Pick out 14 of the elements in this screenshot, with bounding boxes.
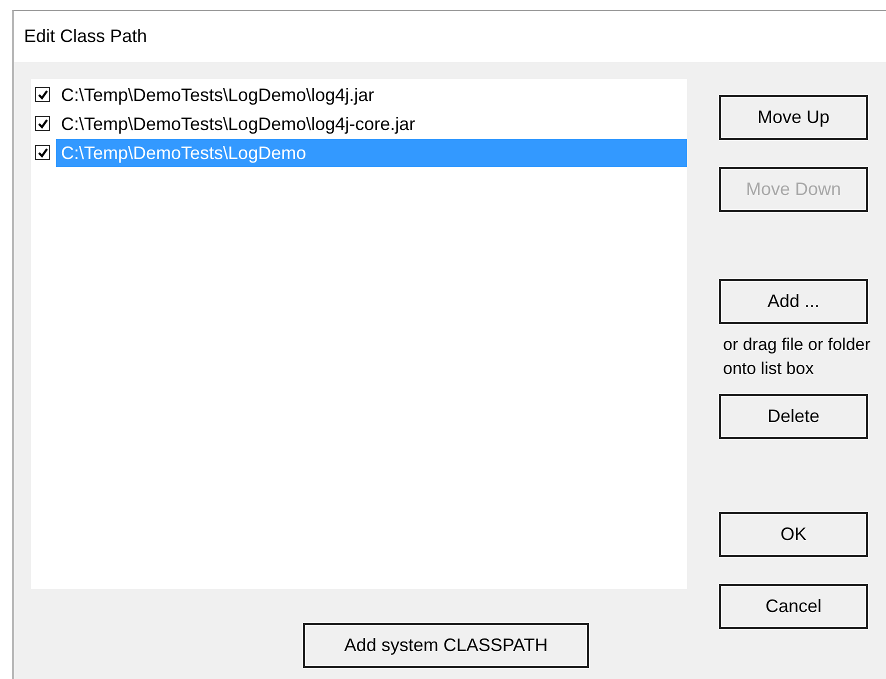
add-system-classpath-button[interactable]: Add system CLASSPATH: [303, 623, 589, 668]
window-title: Edit Class Path: [24, 26, 148, 47]
list-box[interactable]: C:\Temp\DemoTests\LogDemo\log4j.jar C:\Temp\DemoTests\LogDemo\log4j-core.jar C:\Temp\DemoTests\LogDemo: [31, 79, 687, 589]
button[interactable]: Delete: [719, 394, 868, 439]
checkbox[interactable]: [35, 116, 50, 131]
checkbox[interactable]: [35, 145, 50, 160]
button[interactable]: Add ...: [719, 279, 868, 324]
hint-text: or drag file or folder onto list box: [722, 334, 872, 380]
button[interactable]: OK: [719, 512, 868, 557]
list-item[interactable]: C:\Temp\DemoTests\LogDemo\log4j-core.jar: [56, 110, 687, 138]
button[interactable]: Move Up: [719, 95, 868, 140]
checkbox[interactable]: [35, 87, 50, 102]
list-item[interactable]: C:\Temp\DemoTests\LogDemo\log4j.jar: [56, 80, 687, 108]
button[interactable]: Cancel: [719, 584, 868, 629]
